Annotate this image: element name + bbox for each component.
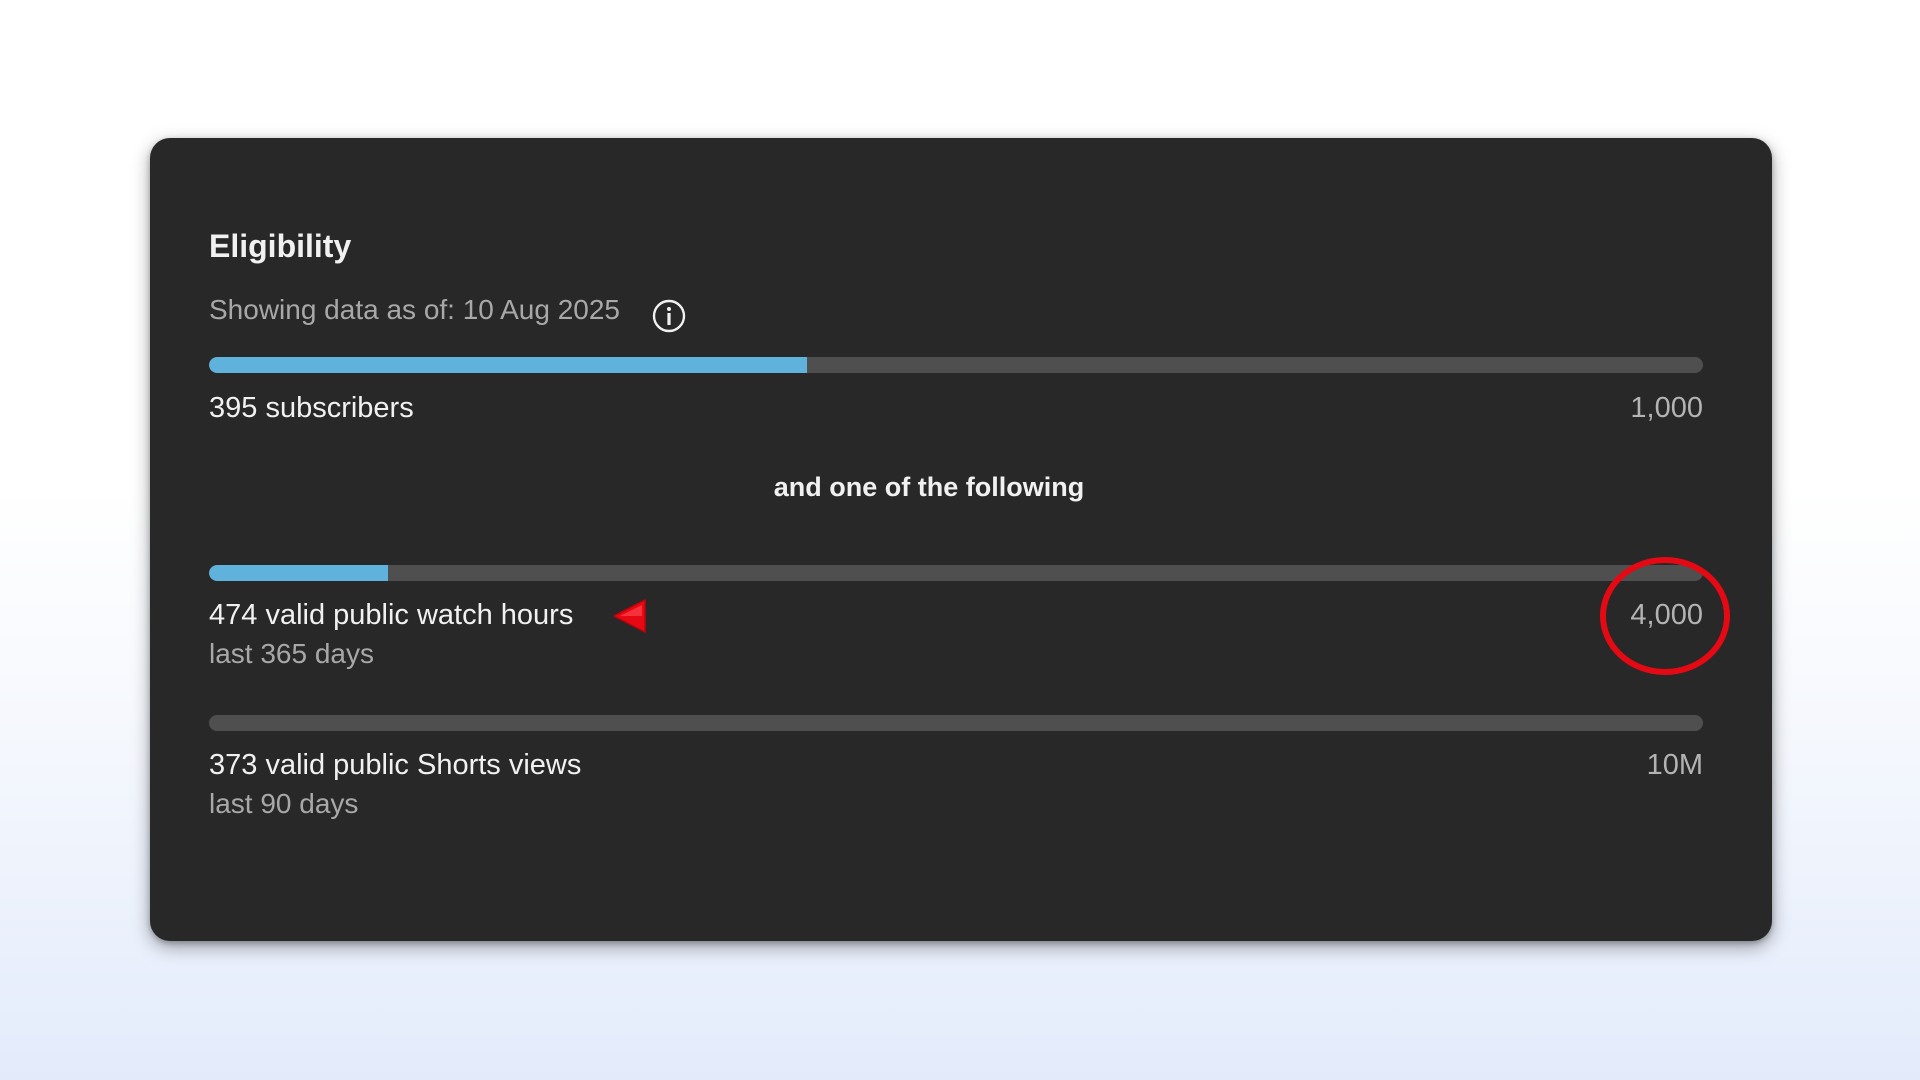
divider-label: and one of the following: [773, 472, 1085, 502]
subscribers-label: 395 subscribers: [209, 392, 414, 424]
shorts-views-period: last 90 days: [209, 788, 359, 819]
watch-hours-progress-bar: [209, 565, 1703, 581]
data-as-of-text: Showing data as of: 10 Aug 2025: [209, 294, 620, 325]
subscribers-target: 1,000: [1630, 392, 1703, 424]
red-arrow-icon: [613, 599, 646, 633]
info-icon[interactable]: [651, 298, 687, 334]
watch-hours-period: last 365 days: [209, 638, 374, 669]
subscribers-progress-bar: [209, 357, 1703, 373]
watch-hours-progress-fill: [209, 565, 389, 581]
shorts-views-progress-bar: [209, 715, 1703, 731]
card-title: Eligibility: [209, 228, 352, 264]
shorts-views-target: 10M: [1646, 749, 1703, 781]
red-circle-highlight-icon: [1600, 557, 1730, 675]
eligibility-card: Eligibility Showing data as of: 10 Aug 2…: [150, 138, 1772, 941]
divider-text: and one of the following: [150, 470, 1772, 504]
shorts-views-label: 373 valid public Shorts views: [209, 749, 582, 781]
watch-hours-label: 474 valid public watch hours: [209, 599, 574, 631]
subscribers-progress-fill: [209, 357, 807, 373]
